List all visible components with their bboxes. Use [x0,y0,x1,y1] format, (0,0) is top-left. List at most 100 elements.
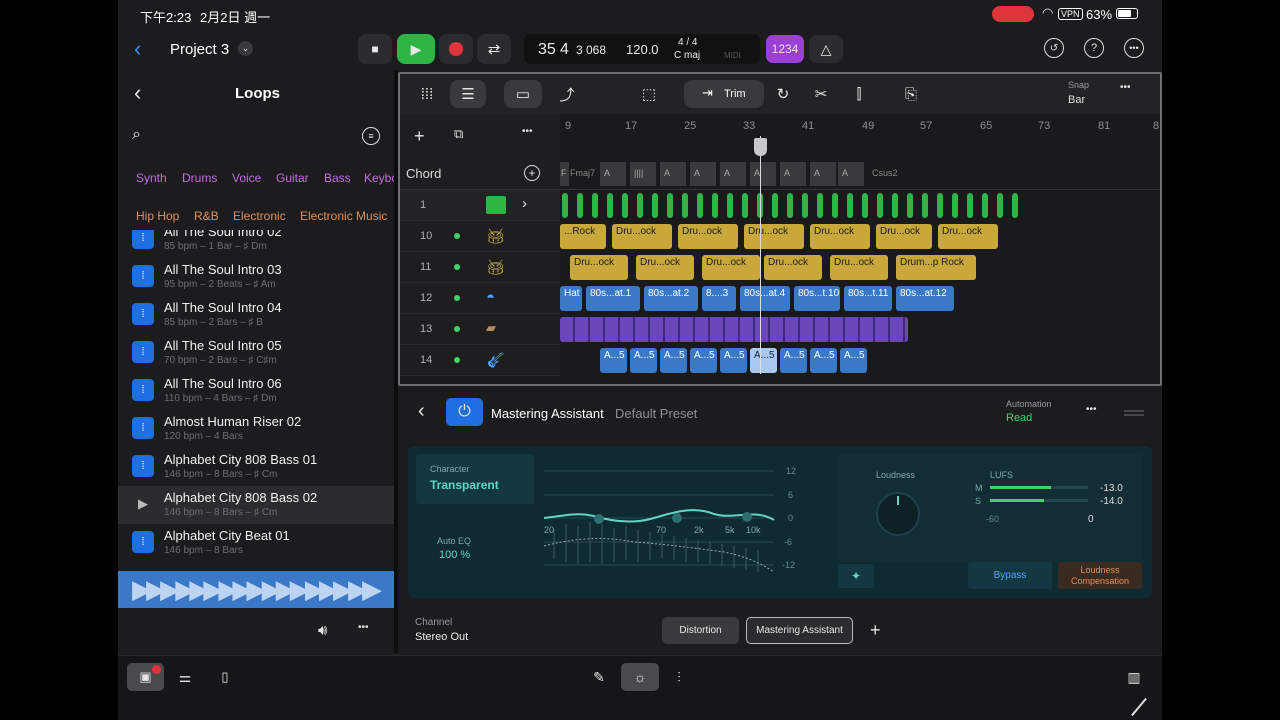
more-icon[interactable]: ••• [358,622,369,633]
chevron-down-icon[interactable]: ⌄ [238,41,253,56]
add-insert-icon[interactable]: + [870,620,881,641]
region[interactable] [862,193,868,218]
grid-view-icon[interactable]: ⁞⁞⁞ [410,80,444,108]
filter-hiphop[interactable]: Hip Hop [136,209,179,223]
region[interactable] [907,193,913,218]
region[interactable] [577,193,583,218]
playhead-handle[interactable] [754,138,767,156]
more-icon[interactable]: ••• [1120,82,1131,93]
play-button[interactable]: ▶ [397,34,435,64]
trim-button[interactable]: ⇥ Trim [684,80,764,108]
loudness-knob[interactable] [876,492,920,536]
bypass-button[interactable]: Bypass [968,562,1052,589]
more-icon[interactable]: ••• [1124,38,1144,58]
drag-handle[interactable] [1124,410,1144,412]
region[interactable] [742,193,748,218]
select-icon[interactable]: ⬚ [632,80,666,108]
magic-wand-icon[interactable]: ✦ [838,564,874,588]
region[interactable] [847,193,853,218]
region[interactable]: A...5 [630,348,657,373]
insert-distortion[interactable]: Distortion [662,617,739,644]
region[interactable] [667,193,673,218]
region[interactable]: Dru...ock [612,224,672,249]
smart-controls-icon[interactable]: ☼ [621,663,659,691]
region[interactable] [712,193,718,218]
region[interactable]: Dru...ock [830,255,888,280]
search-icon[interactable]: ⌕ [132,126,141,144]
add-track-icon[interactable]: + [414,126,425,147]
region[interactable]: A...5 [840,348,867,373]
list-item[interactable]: ⁞ Alphabet City Beat 01 146 bpm – 8 Bars [118,524,394,562]
chord-region[interactable]: A [720,162,746,186]
loudness-compensation-button[interactable]: Loudness Compensation [1058,562,1142,589]
region[interactable] [952,193,958,218]
join-icon[interactable]: ⫿ [842,80,876,108]
filter-voice[interactable]: Voice [232,171,261,185]
list-item[interactable]: ⁞ All The Soul Intro 02 85 bpm – 1 Bar – ♯… [118,230,394,258]
lane-11[interactable]: Dru...ock Dru...ock Dru...ock Dru...ock … [560,252,1160,283]
chord-region[interactable]: Fmaj7 [570,168,595,178]
track-header-11[interactable]: 11 🥁︎ [400,252,560,283]
lane-12[interactable]: Hat 80s...at.1 80s...at.2 8....3 80s...a… [560,283,1160,314]
lane-1[interactable] [560,190,1160,221]
screen-recording-icon[interactable] [992,6,1034,22]
auto-eq-value[interactable]: 100 % [439,549,470,561]
power-icon[interactable]: ⏻ [446,398,483,426]
lcd-display[interactable]: 35 4 3 068 120.0 4 / 4 C maj MIDI [524,34,760,64]
eq-curve-graph[interactable]: 12 6 0 -6 -12 20 70 2k 5k 10k [544,454,804,584]
region[interactable]: A...5 [600,348,627,373]
insert-mastering-assistant[interactable]: Mastering Assistant [746,617,853,644]
region[interactable]: A...5 [720,348,747,373]
chord-region[interactable]: F [560,162,569,186]
back-chevron-icon[interactable]: ‹ [418,400,425,423]
scissors-icon[interactable]: ✂ [804,80,838,108]
loop-icon[interactable]: ↻ [766,80,800,108]
region[interactable]: A...5 [810,348,837,373]
pencil-icon[interactable]: ✎ [588,666,610,688]
region[interactable] [637,193,643,218]
list-item[interactable]: ⁞ All The Soul Intro 04 85 bpm – 2 Bars – … [118,296,394,334]
region[interactable]: Dru...ock [636,255,694,280]
clipboard-icon[interactable]: ⎘ [894,80,928,108]
stop-button[interactable]: ■ [358,34,392,64]
cycle-icon[interactable]: ⇄ [477,34,511,64]
back-chevron-icon[interactable]: ‹ [134,80,141,106]
region[interactable]: A...5 [690,348,717,373]
track-header-10[interactable]: 10 🥁︎ [400,221,560,252]
lane-10[interactable]: ...Rock Dru...ock Dru...ock Dru...ock Dr… [560,221,1160,252]
track-header-13[interactable]: 13 ▰ [400,314,560,345]
filter-electronic-music[interactable]: Electronic Music [300,209,387,223]
chord-region[interactable]: A [690,162,716,186]
region[interactable]: Dru...ock [570,255,628,280]
region[interactable]: Dru...ock [678,224,738,249]
region[interactable] [922,193,928,218]
region[interactable]: Hat [560,286,582,311]
list-item[interactable]: ⁞ All The Soul Intro 05 70 bpm – 2 Bars – … [118,334,394,372]
region-group[interactable] [560,317,908,342]
undo-history-icon[interactable]: ↺ [1044,38,1064,58]
region[interactable]: 8....3 [702,286,736,311]
region[interactable] [592,193,598,218]
region[interactable] [607,193,613,218]
chord-region[interactable]: A [838,162,864,186]
region[interactable] [802,193,808,218]
region-selected[interactable]: A...5 [750,348,777,373]
window-icon[interactable]: ▭ [504,80,542,108]
region[interactable] [967,193,973,218]
remote-icon[interactable]: ▯ [214,666,236,688]
region[interactable]: Dru...ock [702,255,760,280]
tracks-view-icon[interactable]: ☰ [450,80,486,108]
chord-region[interactable]: A [780,162,806,186]
filter-drums[interactable]: Drums [182,171,217,185]
region[interactable] [982,193,988,218]
loop-list[interactable]: ⁞ All The Soul Intro 02 85 bpm – 1 Bar – ♯… [118,230,394,566]
record-button[interactable] [439,34,473,64]
track-header-1[interactable]: 1 › [400,190,560,221]
region[interactable] [772,193,778,218]
region[interactable]: A...5 [660,348,687,373]
chord-region[interactable]: A [810,162,836,186]
region[interactable]: Drum...p Rock [896,255,976,280]
character-selector[interactable]: Character Transparent [416,454,534,504]
duplicate-track-icon[interactable]: ⧉ [454,126,463,142]
playhead[interactable] [760,136,761,374]
